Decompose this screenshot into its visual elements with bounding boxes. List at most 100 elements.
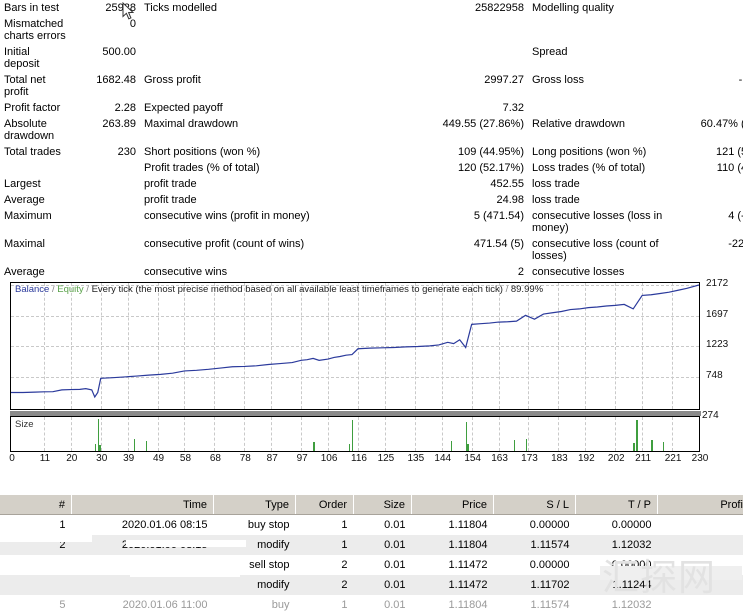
column-header-size[interactable]: Size	[354, 495, 412, 515]
stat-label-2: Short positions (won %)	[140, 144, 398, 160]
column-header-number[interactable]: #	[0, 495, 72, 515]
cell-profit	[658, 515, 743, 536]
stat-label-3: Long positions (won %)	[528, 144, 688, 160]
stat-label-2: Expected payoff	[140, 100, 398, 116]
x-axis-tick-label: 230	[692, 453, 709, 464]
x-axis-tick-label: 87	[267, 453, 278, 464]
stat-value-2: 471.54 (5)	[398, 236, 528, 264]
x-axis-tick-label: 202	[608, 453, 625, 464]
column-header-order[interactable]: Order	[296, 495, 354, 515]
stat-label-3: Gross loss	[528, 72, 688, 100]
stat-value-2: 24.98	[398, 192, 528, 208]
table-row[interactable]: 1 2020.01.06 08:15 buy stop 1 0.01 1.118…	[0, 515, 743, 536]
table-row[interactable]: 2 2020.01.06 08:15 modify 1 0.01 1.11804…	[0, 535, 743, 555]
stat-value-1	[70, 176, 140, 192]
column-header-stop-loss[interactable]: S / L	[494, 495, 576, 515]
x-axis-tick-label: 173	[521, 453, 538, 464]
stat-label-1: Average	[0, 264, 70, 280]
stat-label-1: Total trades	[0, 144, 70, 160]
cell-number	[0, 575, 72, 595]
x-axis-tick-label: 106	[321, 453, 338, 464]
stat-label-1: Bars in test	[0, 0, 70, 16]
size-histogram-panel[interactable]: Size	[10, 416, 700, 452]
x-axis-tick-label: 49	[153, 453, 164, 464]
deals-table-head: # Time Type Order Size Price S / L T / P…	[0, 495, 743, 515]
stat-label-2: Ticks modelled	[140, 0, 398, 16]
cell-number: 1	[0, 515, 72, 536]
cell-stop-loss: 0.00000	[494, 555, 576, 575]
cell-number: 5	[0, 595, 72, 615]
y-axis-tick-label: 1697	[706, 310, 728, 320]
stat-label-3: consecutive losses (loss in money)	[528, 208, 688, 236]
chart-x-axis-labels: 0112030394958687887971061161251351441541…	[10, 453, 702, 467]
cell-price: 1.11472	[412, 555, 494, 575]
cell-take-profit: 0.00000	[576, 515, 658, 536]
size-bars	[11, 417, 699, 451]
stat-label-3	[528, 16, 688, 44]
cell-time: 2020.01.06 11:00	[72, 595, 214, 615]
column-header-price[interactable]: Price	[412, 495, 494, 515]
column-header-take-profit[interactable]: T / P	[576, 495, 658, 515]
size-bar	[134, 439, 135, 451]
size-bar	[651, 440, 652, 451]
stat-value-1	[70, 192, 140, 208]
legend-equity-label: Equity	[57, 284, 83, 295]
site-watermark: 汇探网	[602, 556, 742, 600]
size-bar	[95, 444, 96, 452]
stat-row: Maximal consecutive profit (count of win…	[0, 236, 743, 264]
cell-take-profit: 1.12032	[576, 535, 658, 555]
stat-value-3: 10	[688, 44, 743, 72]
summary-statistics-body: Bars in test 25928 Ticks modelled 258229…	[0, 0, 743, 280]
x-axis-tick-label: 0	[9, 453, 15, 464]
mouse-cursor-icon	[122, 2, 135, 21]
x-axis-tick-label: 135	[407, 453, 424, 464]
cell-price: 1.11472	[412, 575, 494, 595]
stat-label-1	[0, 160, 70, 176]
stat-label-1: Initial deposit	[0, 44, 70, 72]
x-axis-tick-label: 78	[240, 453, 251, 464]
size-bar	[349, 444, 350, 452]
legend-balance-label: Balance	[15, 284, 49, 295]
x-axis-tick-label: 97	[297, 453, 308, 464]
cell-price: 1.11804	[412, 595, 494, 615]
summary-statistics-table: Bars in test 25928 Ticks modelled 258229…	[0, 0, 743, 280]
stat-label-1: Absolute drawdown	[0, 116, 70, 144]
size-bar	[313, 442, 314, 451]
stat-label-2: Profit trades (% of total)	[140, 160, 398, 176]
column-header-profit[interactable]: Profit	[658, 495, 743, 515]
legend-method-description: Every tick (the most precise method base…	[92, 284, 503, 295]
size-bar	[633, 443, 634, 452]
stat-value-1: 1682.48	[70, 72, 140, 100]
x-axis-tick-label: 68	[210, 453, 221, 464]
stat-row: Total net profit 1682.48 Gross profit 29…	[0, 72, 743, 100]
balance-equity-chart[interactable]: Balance / Equity / Every tick (the most …	[10, 282, 700, 410]
stat-value-2: 109 (44.95%)	[398, 144, 528, 160]
stat-value-1: 263.89	[70, 116, 140, 144]
cell-type: buy	[214, 595, 296, 615]
column-header-time[interactable]: Time	[72, 495, 214, 515]
cell-time: 2020.01.06 08:15	[72, 515, 214, 536]
stat-label-1: Largest	[0, 176, 70, 192]
x-axis-tick-label: 144	[434, 453, 451, 464]
cell-stop-loss: 1.11702	[494, 575, 576, 595]
stat-value-2	[398, 16, 528, 44]
stat-row: Average profit trade 24.98 loss trade -1…	[0, 192, 743, 208]
stat-value-2: 452.55	[398, 176, 528, 192]
stat-row: Mismatched charts errors 0	[0, 16, 743, 44]
deals-header-row: # Time Type Order Size Price S / L T / P…	[0, 495, 743, 515]
stat-label-2: profit trade	[140, 176, 398, 192]
stat-label-1: Profit factor	[0, 100, 70, 116]
x-axis-tick-label: 30	[96, 453, 107, 464]
cell-type: buy stop	[214, 515, 296, 536]
stat-label-2: Gross profit	[140, 72, 398, 100]
x-axis-tick-label: 20	[66, 453, 77, 464]
stat-value-1: 2.28	[70, 100, 140, 116]
column-header-type[interactable]: Type	[214, 495, 296, 515]
stat-label-3: Modelling quality	[528, 0, 688, 16]
size-bar	[146, 441, 147, 451]
equity-graph-section: Balance / Equity / Every tick (the most …	[0, 282, 743, 464]
cell-stop-loss: 1.11574	[494, 535, 576, 555]
y-axis-tick-label: 2172	[706, 279, 728, 289]
cell-order: 1	[296, 535, 354, 555]
image-artifact-2	[126, 540, 246, 547]
